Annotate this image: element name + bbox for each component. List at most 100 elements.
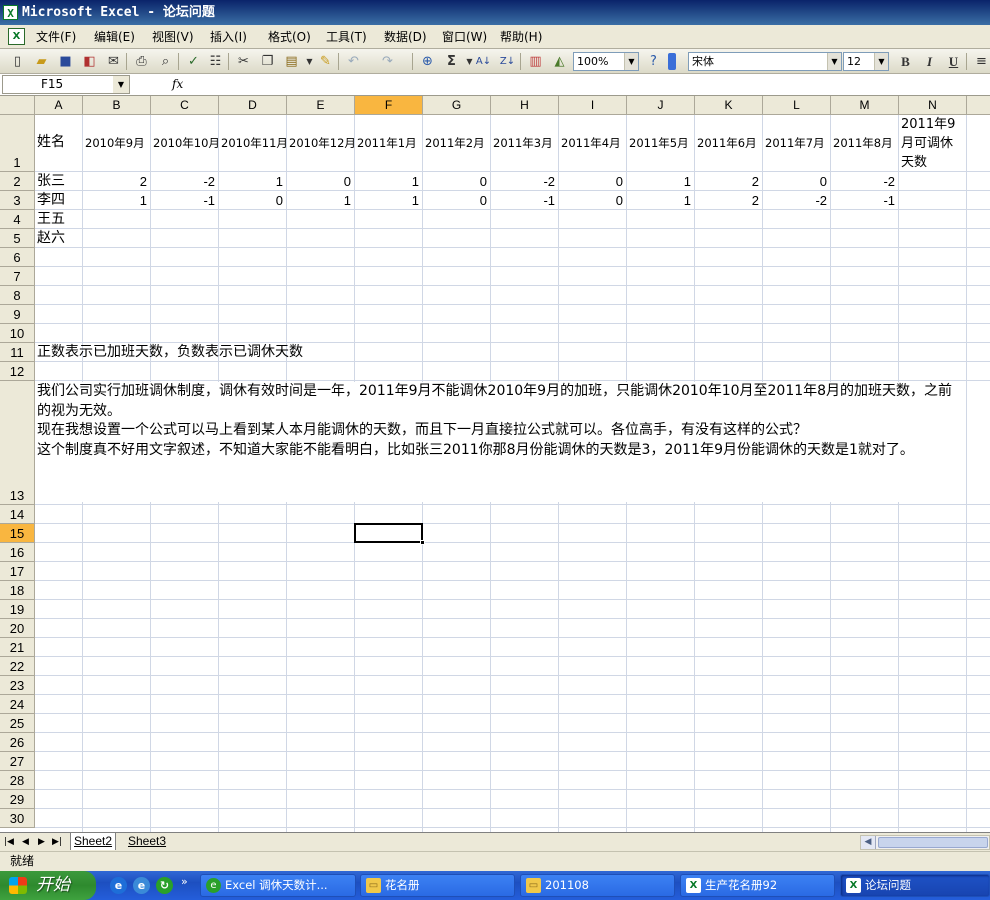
row-header-23[interactable]: 23: [0, 676, 35, 695]
value-cell[interactable]: 1: [355, 172, 423, 191]
value-cell[interactable]: 0: [559, 172, 627, 191]
column-header-n[interactable]: N: [899, 96, 967, 115]
value-cell[interactable]: 1: [627, 191, 695, 210]
menu-file[interactable]: 文件(F): [34, 29, 78, 45]
font-name-select[interactable]: 宋体 ▼: [688, 52, 842, 71]
header-cell-month[interactable]: 2011年5月: [629, 136, 689, 150]
taskbar-button-folder-2[interactable]: ▭ 201108: [520, 874, 675, 897]
menu-data[interactable]: 数据(D): [382, 29, 429, 45]
value-cell[interactable]: 1: [219, 172, 287, 191]
row-header-18[interactable]: 18: [0, 581, 35, 600]
insert-function-icon[interactable]: fx: [172, 76, 183, 93]
next-sheet-button[interactable]: ▶: [38, 835, 45, 849]
menu-format[interactable]: 格式(O): [266, 29, 313, 45]
column-header-overflow[interactable]: [967, 96, 990, 115]
column-header-f[interactable]: F: [355, 96, 423, 115]
header-cell-month[interactable]: 2011年7月: [765, 136, 825, 150]
header-cell-n1[interactable]: 2011年9月可调休天数: [901, 115, 965, 172]
column-header-a[interactable]: A: [35, 96, 83, 115]
row-header-25[interactable]: 25: [0, 714, 35, 733]
paste-icon[interactable]: ▤: [282, 52, 301, 71]
value-cell[interactable]: -1: [151, 191, 219, 210]
row-header-29[interactable]: 29: [0, 790, 35, 809]
header-cell-month[interactable]: 2011年2月: [425, 136, 485, 150]
hyperlink-icon[interactable]: ⊕: [418, 52, 437, 71]
taskbar-button-excel-1[interactable]: X 生产花名册92: [680, 874, 835, 897]
zoom-select[interactable]: 100% ▼: [573, 52, 639, 71]
header-cell-month[interactable]: 2011年8月: [833, 136, 893, 150]
new-icon[interactable]: ▯: [8, 52, 27, 71]
row-header-30[interactable]: 30: [0, 809, 35, 828]
menu-view[interactable]: 视图(V): [150, 29, 196, 45]
header-cell-month[interactable]: 2011年4月: [561, 136, 621, 150]
value-cell[interactable]: 1: [83, 191, 151, 210]
row-header-27[interactable]: 27: [0, 752, 35, 771]
taskbar-button-folder-1[interactable]: ▭ 花名册: [360, 874, 515, 897]
column-header-i[interactable]: I: [559, 96, 627, 115]
quicklaunch-icon[interactable]: ↻: [156, 877, 173, 894]
italic-button[interactable]: I: [920, 52, 939, 71]
value-cell[interactable]: 2: [83, 172, 151, 191]
font-size-select[interactable]: 12 ▼: [843, 52, 889, 71]
selected-cell-f15[interactable]: [354, 523, 425, 545]
row-header-5[interactable]: 5: [0, 229, 35, 248]
row-header-20[interactable]: 20: [0, 619, 35, 638]
column-header-j[interactable]: J: [627, 96, 695, 115]
spelling-icon[interactable]: ✓: [184, 52, 203, 71]
value-cell[interactable]: 2: [695, 191, 763, 210]
value-cell[interactable]: 0: [287, 172, 355, 191]
row-header-21[interactable]: 21: [0, 638, 35, 657]
row-header-3[interactable]: 3: [0, 191, 35, 210]
column-header-c[interactable]: C: [151, 96, 219, 115]
header-cell-month[interactable]: 2010年11月: [221, 136, 288, 150]
undo-icon[interactable]: ↶: [344, 52, 363, 71]
chevron-down-icon[interactable]: ▼: [874, 53, 888, 70]
worksheet-grid[interactable]: A B C D E F G H I J K L M N 1 2 3 4 5 6 7 8 9 10 11 12 13 14 15 16 17 1…: [0, 96, 990, 832]
print-preview-icon[interactable]: ⌕: [156, 52, 175, 71]
note-row-13[interactable]: 我们公司实行加班调休制度，调休有效时间是一年，2011年9月不能调休2010年9…: [37, 382, 965, 502]
value-cell[interactable]: 0: [763, 172, 831, 191]
toolbar-options-icon[interactable]: [668, 53, 676, 70]
menu-tools[interactable]: 工具(T): [324, 29, 369, 45]
bold-button[interactable]: B: [896, 52, 915, 71]
row-header-15[interactable]: 15: [0, 524, 35, 543]
taskbar-button-excel-web[interactable]: e Excel 调休天数计...: [200, 874, 356, 897]
value-cell[interactable]: 1: [355, 191, 423, 210]
header-cell-month[interactable]: 2011年3月: [493, 136, 553, 150]
row-header-26[interactable]: 26: [0, 733, 35, 752]
cut-icon[interactable]: ✂: [234, 52, 253, 71]
value-cell[interactable]: 1: [627, 172, 695, 191]
sort-ascending-icon[interactable]: A↓: [474, 52, 493, 71]
open-icon[interactable]: ▰: [32, 52, 51, 71]
note-row-11[interactable]: 正数表示已加班天数，负数表示已调休天数: [37, 343, 303, 362]
row-header-24[interactable]: 24: [0, 695, 35, 714]
row-header-17[interactable]: 17: [0, 562, 35, 581]
menu-help[interactable]: 帮助(H): [498, 29, 544, 45]
row-header-16[interactable]: 16: [0, 543, 35, 562]
row-header-4[interactable]: 4: [0, 210, 35, 229]
column-header-l[interactable]: L: [763, 96, 831, 115]
name-box[interactable]: F15 ▼: [2, 75, 130, 94]
column-header-m[interactable]: M: [831, 96, 899, 115]
row-header-2[interactable]: 2: [0, 172, 35, 191]
print-icon[interactable]: ⎙: [132, 52, 151, 71]
column-header-e[interactable]: E: [287, 96, 355, 115]
format-painter-icon[interactable]: ✎: [316, 52, 335, 71]
value-cell[interactable]: -2: [151, 172, 219, 191]
quicklaunch-overflow-icon[interactable]: »: [181, 875, 188, 888]
email-icon[interactable]: ✉: [104, 52, 123, 71]
browser-icon[interactable]: e: [133, 877, 150, 894]
row-header-13[interactable]: 13: [0, 381, 35, 505]
row-header-8[interactable]: 8: [0, 286, 35, 305]
row-header-22[interactable]: 22: [0, 657, 35, 676]
name-cell[interactable]: 李四: [37, 191, 65, 210]
row-header-14[interactable]: 14: [0, 505, 35, 524]
column-header-h[interactable]: H: [491, 96, 559, 115]
start-button[interactable]: 开始: [0, 871, 96, 900]
name-cell[interactable]: 张三: [37, 172, 65, 191]
header-cell-month[interactable]: 2011年1月: [357, 136, 417, 150]
select-all-corner[interactable]: [0, 96, 35, 115]
row-header-12[interactable]: 12: [0, 362, 35, 381]
name-cell[interactable]: 王五: [37, 210, 65, 229]
formula-input[interactable]: [190, 75, 988, 94]
